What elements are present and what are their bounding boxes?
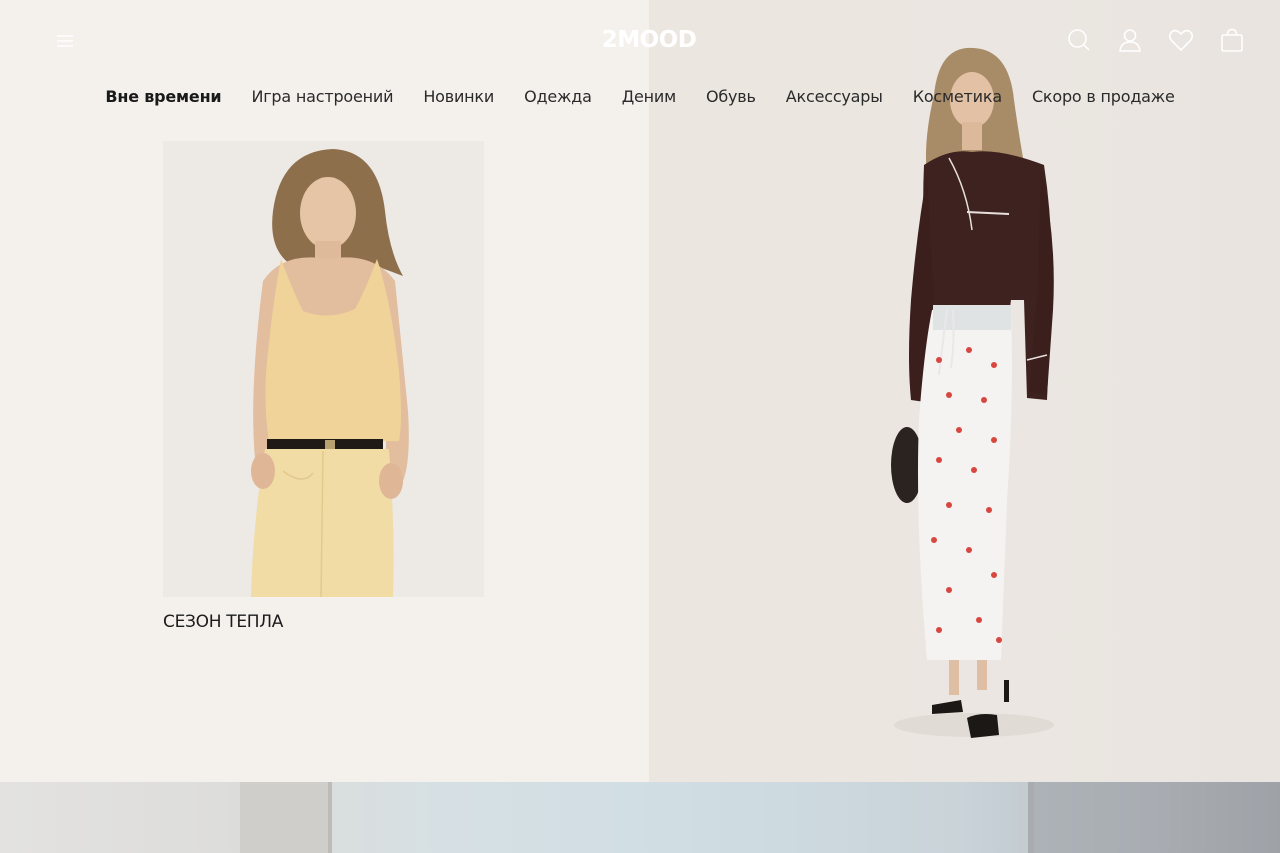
promo-caption[interactable]: СЕЗОН ТЕПЛА xyxy=(163,612,283,632)
account-icon xyxy=(1118,29,1141,52)
nav-item-clothing[interactable]: Одежда xyxy=(524,87,592,106)
header-actions xyxy=(1060,22,1250,58)
account-button[interactable] xyxy=(1111,22,1148,58)
site-header: 2MOOD xyxy=(0,0,1280,80)
nav-item-shoes[interactable]: Обувь xyxy=(706,87,756,106)
promo-image[interactable] xyxy=(163,141,484,597)
heart-icon xyxy=(1168,29,1193,51)
bag-icon xyxy=(1220,28,1243,52)
model-yellow-tank-illustration xyxy=(163,141,484,597)
next-section-illustration xyxy=(240,782,1280,853)
nav-item-denim[interactable]: Деним xyxy=(622,87,676,106)
menu-icon xyxy=(57,35,73,47)
next-section-image[interactable] xyxy=(0,782,1280,853)
nav-item-coming-soon[interactable]: Скоро в продаже xyxy=(1032,87,1175,106)
nav-item-mood-play[interactable]: Игра настроений xyxy=(251,87,393,106)
model-brown-shirt-illustration xyxy=(891,47,1054,738)
site-logo[interactable]: 2MOOD xyxy=(598,24,700,56)
nav-item-new[interactable]: Новинки xyxy=(423,87,494,106)
menu-button[interactable] xyxy=(52,28,78,54)
nav-item-accessories[interactable]: Аксессуары xyxy=(786,87,883,106)
search-button[interactable] xyxy=(1060,22,1097,58)
search-icon xyxy=(1067,29,1090,51)
wishlist-button[interactable] xyxy=(1162,22,1199,58)
main-nav: Вне времени Игра настроений Новинки Одеж… xyxy=(0,80,1280,112)
nav-item-cosmetics[interactable]: Косметика xyxy=(913,87,1002,106)
hero-right-image[interactable] xyxy=(649,0,1280,782)
nav-item-timeless[interactable]: Вне времени xyxy=(105,87,221,106)
cart-button[interactable] xyxy=(1213,22,1250,58)
